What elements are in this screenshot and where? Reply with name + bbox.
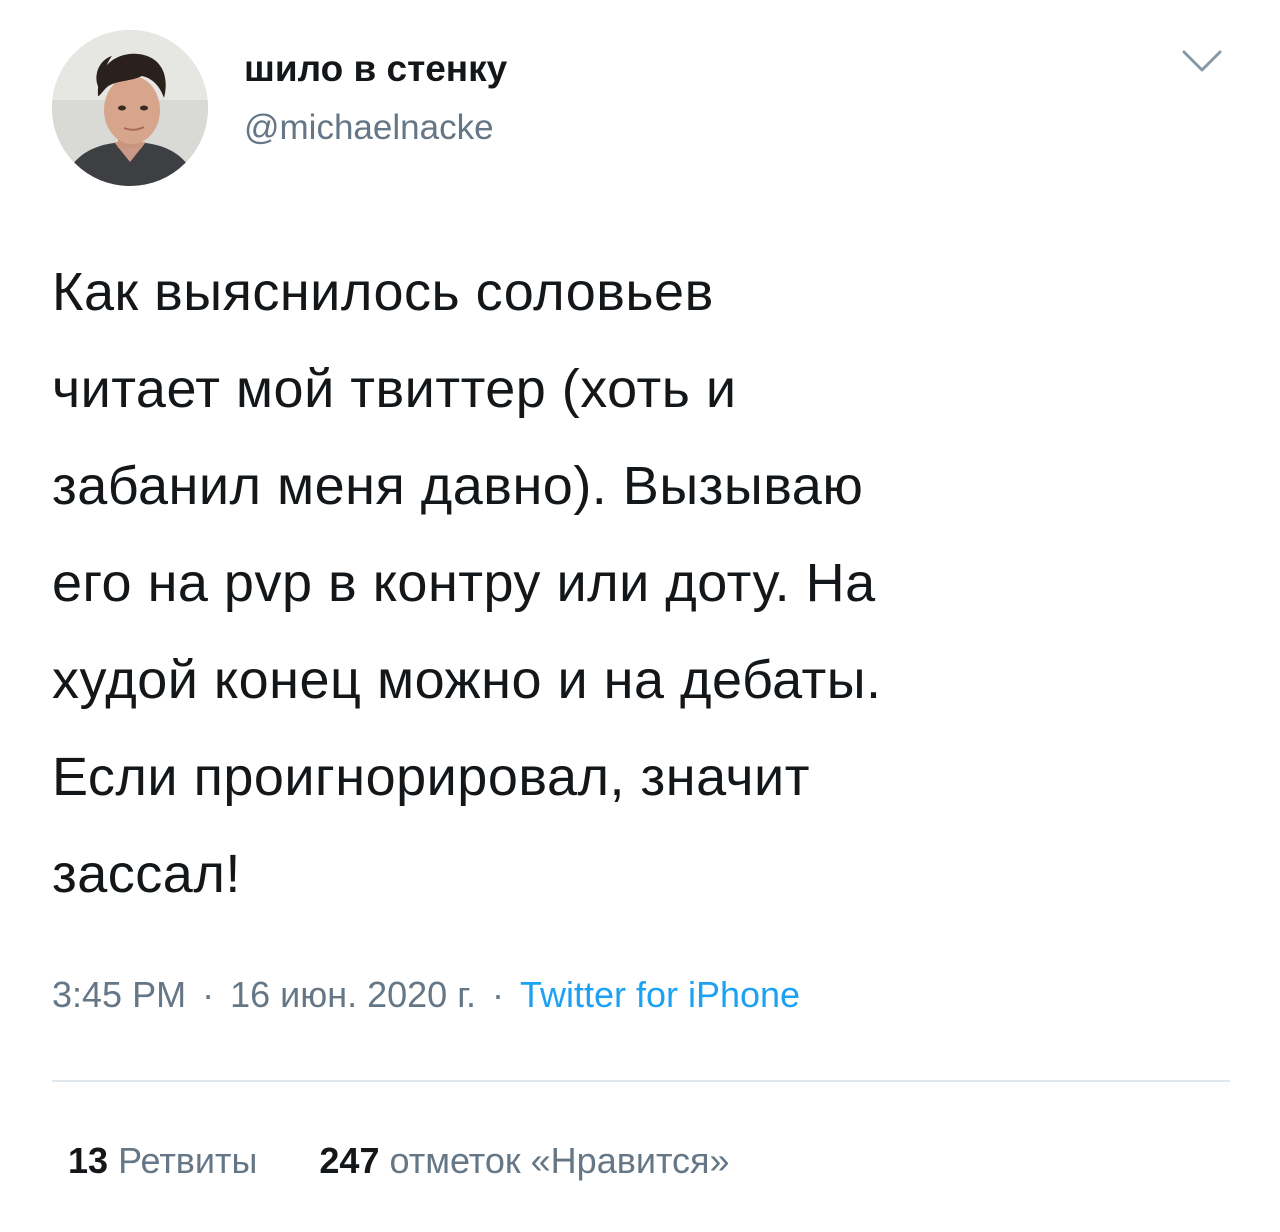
likes-count: 247 xyxy=(319,1140,380,1181)
retweets-stat[interactable]: 13 Ретвиты xyxy=(68,1140,257,1182)
tweet-card: шило в стенку @michaelnacke Как выяснило… xyxy=(0,0,1280,1232)
tweet-time[interactable]: 3:45 PM xyxy=(52,974,186,1015)
tweet-stats: 13 Ретвиты 247 отметок «Нравится» xyxy=(68,1140,792,1182)
tweet-source-link[interactable]: Twitter for iPhone xyxy=(520,974,800,1015)
meta-separator: · xyxy=(491,974,504,1015)
tweet-date[interactable]: 16 июн. 2020 г. xyxy=(230,974,476,1015)
tweet-text: Как выяснилось соловьев читает мой твитт… xyxy=(52,262,882,904)
avatar-photo xyxy=(52,30,208,186)
tweet-meta: 3:45 PM · 16 июн. 2020 г. · Twitter for iPho… xyxy=(52,974,800,1016)
retweets-count: 13 xyxy=(68,1140,109,1181)
likes-stat[interactable]: 247 отметок «Нравится» xyxy=(319,1140,729,1182)
retweets-label: Ретвиты xyxy=(118,1140,258,1181)
avatar[interactable] xyxy=(52,30,208,186)
likes-label: отметок «Нравится» xyxy=(389,1140,730,1181)
divider xyxy=(52,1080,1230,1082)
chevron-down-icon[interactable] xyxy=(1180,46,1224,76)
meta-separator: · xyxy=(202,974,215,1015)
author-handle[interactable]: @michaelnacke xyxy=(244,108,494,148)
author-display-name[interactable]: шило в стенку xyxy=(244,48,507,90)
